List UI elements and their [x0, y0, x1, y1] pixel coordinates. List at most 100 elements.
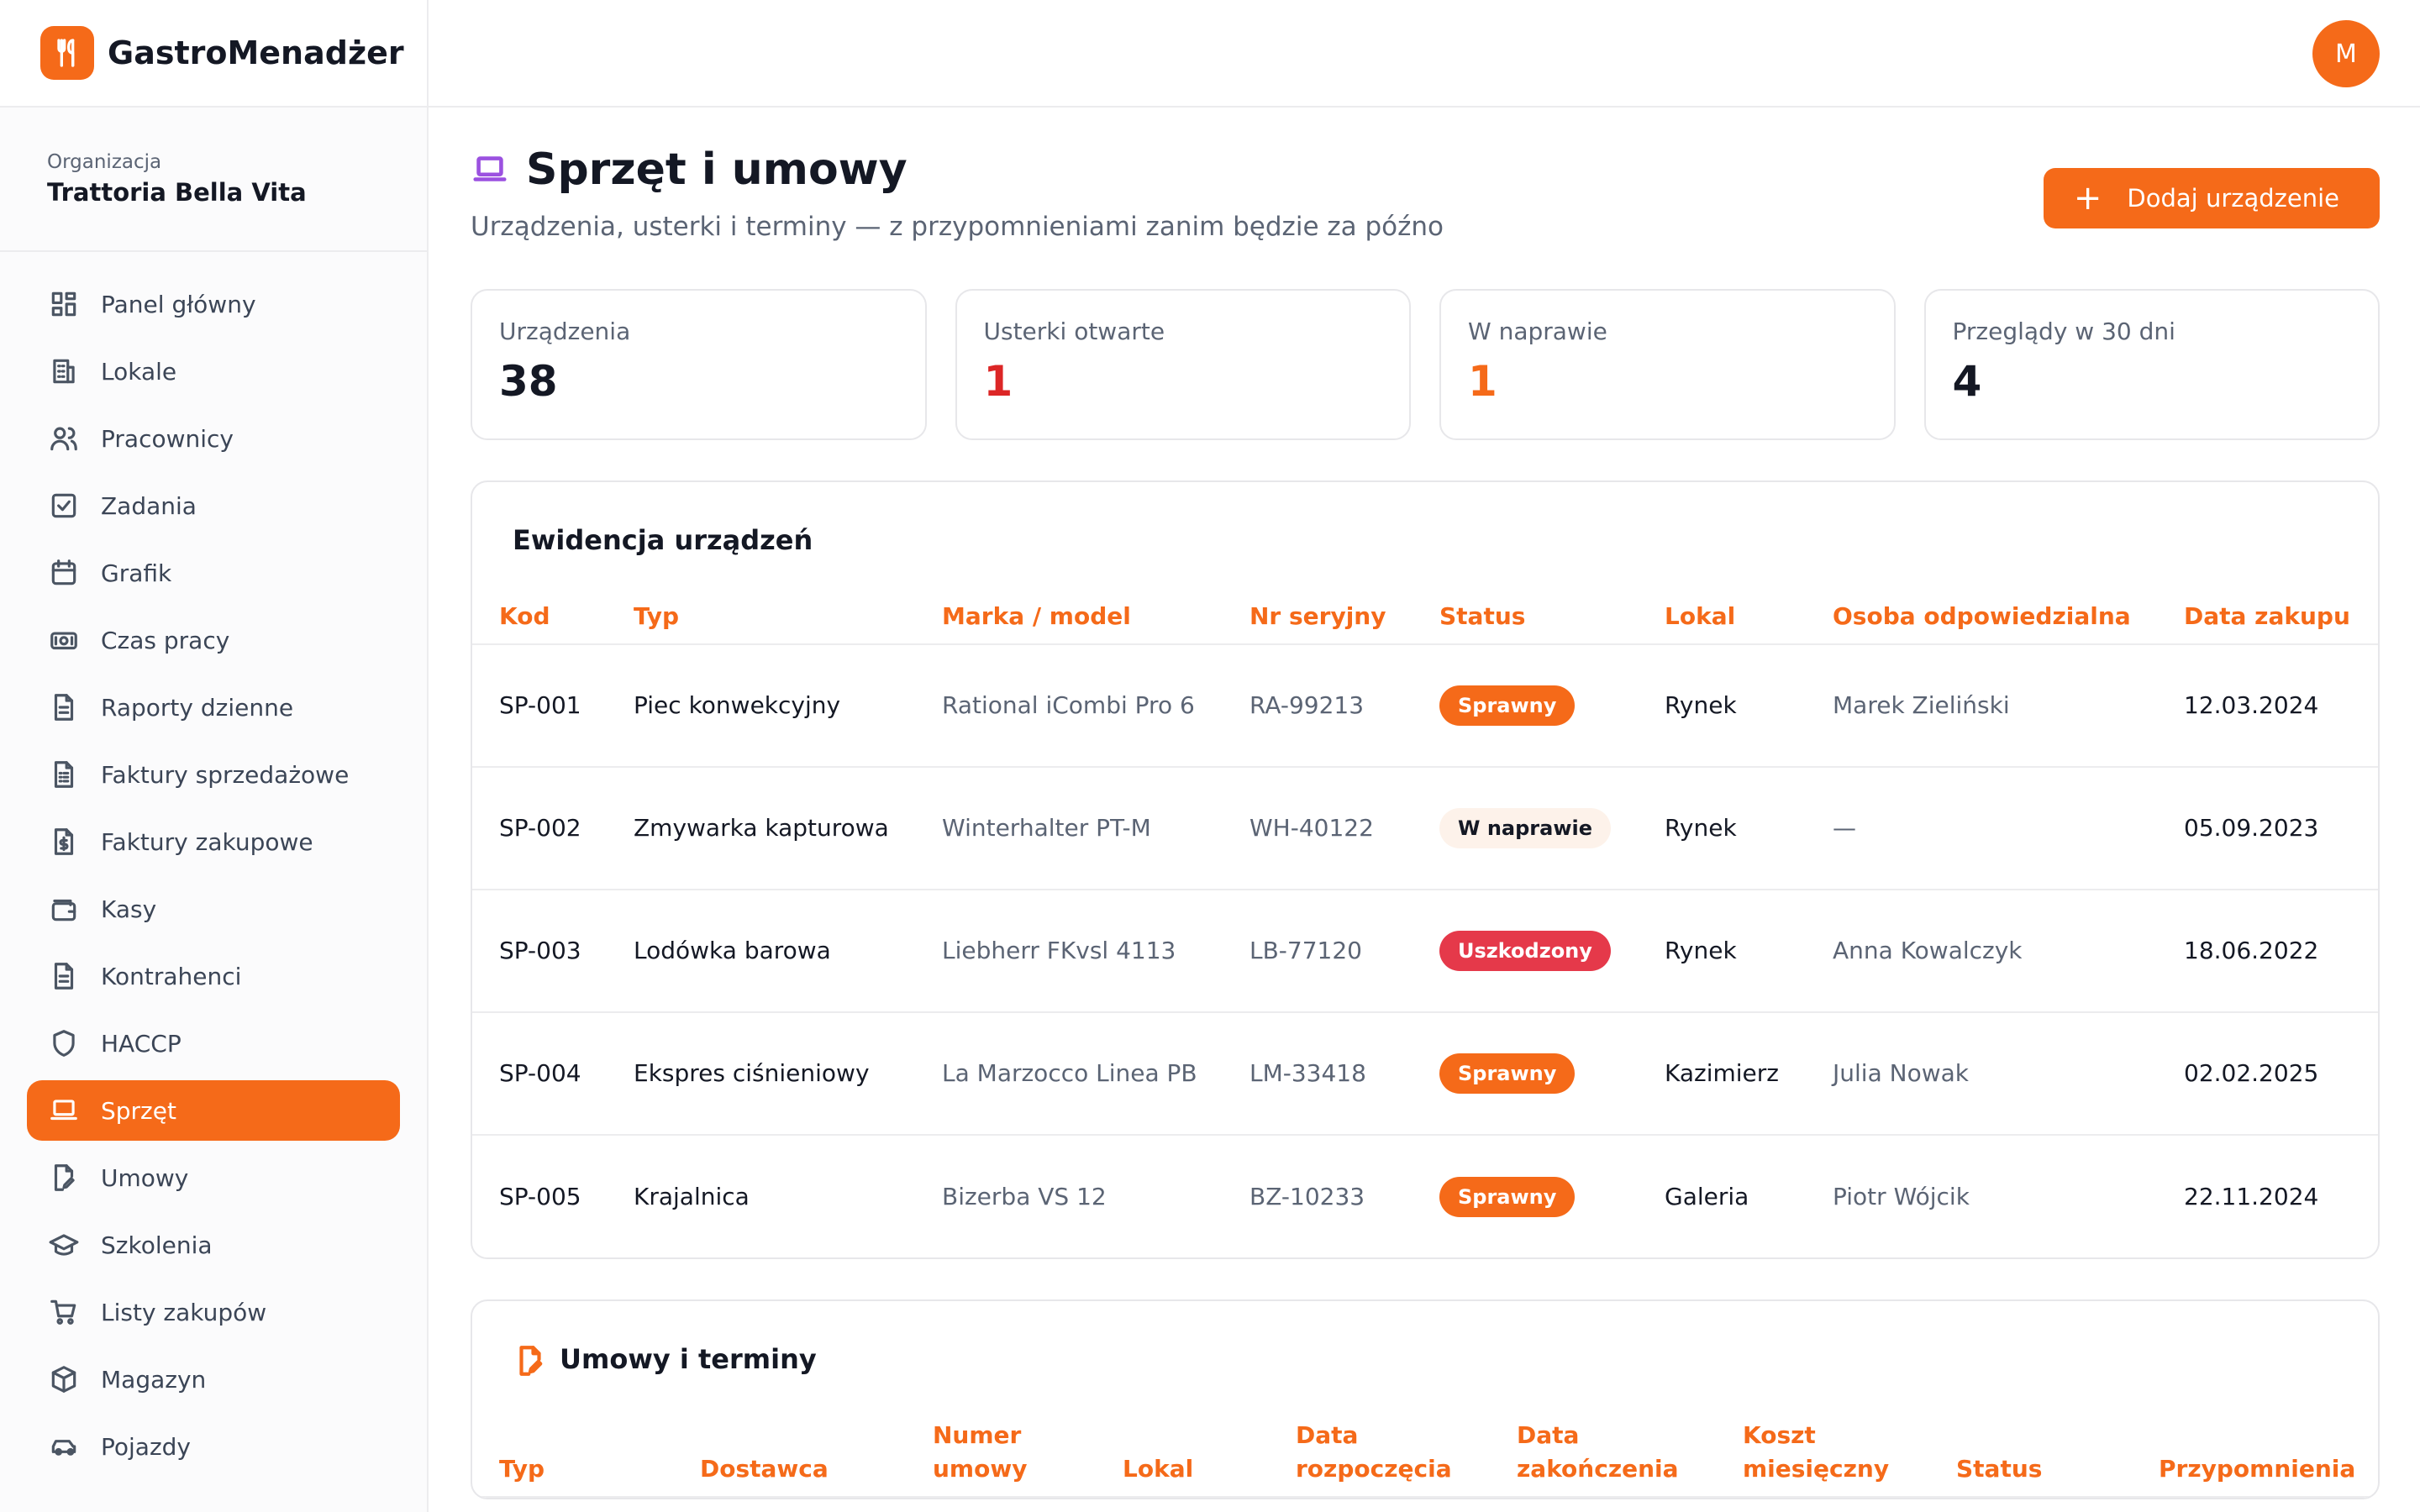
- grid-icon: [47, 287, 81, 321]
- sidebar-item-kontrahenci[interactable]: Kontrahenci: [27, 946, 400, 1006]
- cell-serial: BZ-10233: [1249, 1182, 1365, 1210]
- column-header-typ[interactable]: Typ: [472, 1419, 673, 1498]
- table-row[interactable]: SP-003 Lodówka barowa Liebherr FKvsl 4113 L…: [472, 890, 2378, 1013]
- cell-model: Winterhalter PT-M: [915, 767, 1223, 890]
- column-header-przypomnienia[interactable]: Przypomnienia: [2132, 1419, 2378, 1498]
- sidebar-item-zadania[interactable]: Zadania: [27, 475, 400, 536]
- stat-label: Usterki otwarte: [983, 318, 1165, 345]
- table-row[interactable]: SP-001 Piec konwekcyjny Rational iCombi Pr…: [472, 644, 2378, 768]
- cell-status: W naprawie: [1413, 767, 1638, 890]
- column-header-data-zakupu[interactable]: Data zakupu: [2157, 600, 2378, 645]
- column-header-nr-seryjny[interactable]: Nr seryjny: [1223, 600, 1413, 645]
- column-header-data-zakonczenia[interactable]: Data zakończenia: [1490, 1419, 1716, 1498]
- sidebar-item-label: HACCP: [101, 1029, 182, 1058]
- add-device-button[interactable]: + Dodaj urządzenie: [2043, 168, 2380, 228]
- sidebar-item-haccp[interactable]: HACCP: [27, 1013, 400, 1074]
- sidebar-item-panel-glowny[interactable]: Panel główny: [27, 274, 400, 334]
- shield-icon: [47, 1026, 81, 1060]
- brand[interactable]: GastroMenadżer: [0, 0, 427, 108]
- status-badge: Sprawny: [1439, 1176, 1576, 1217]
- cell-date: 18.06.2022: [2157, 890, 2378, 1013]
- cell-location: Rynek: [1638, 767, 1806, 890]
- top-bar: M: [429, 0, 2420, 108]
- cell-type: Ekspres ciśnieniowy: [607, 1012, 915, 1136]
- cell-serial: RA-99213: [1223, 644, 1413, 768]
- table-row[interactable]: SP-002 Zmywarka kapturowa Winterhalter PT-…: [472, 767, 2378, 890]
- main-content: Sprzęt i umowy Urządzenia, usterki i ter…: [471, 108, 2380, 1512]
- page-subtitle: Urządzenia, usterki i terminy — z przypo…: [471, 212, 1444, 242]
- equipment-rows: SP-001 Piec konwekcyjny Rational iCombi Pr…: [472, 644, 2378, 1257]
- column-header-lokal[interactable]: Lokal: [1638, 600, 1806, 645]
- cell-type: Zmywarka kapturowa: [607, 767, 915, 890]
- column-header-kod[interactable]: Kod: [472, 600, 607, 645]
- sidebar-item-umowy[interactable]: Umowy: [27, 1147, 400, 1208]
- cart-icon: [47, 1295, 81, 1329]
- laptop-icon: [471, 150, 511, 190]
- add-device-label: Dodaj urządzenie: [2127, 184, 2339, 213]
- column-header-status[interactable]: Status: [1413, 600, 1638, 645]
- stat-value: 1: [1468, 357, 1497, 406]
- sidebar-item-label: Lokale: [101, 357, 177, 386]
- column-header-osoba[interactable]: Osoba odpowiedzialna: [1806, 600, 2157, 645]
- calendar-icon: [47, 556, 81, 590]
- column-header-koszt-miesieczny[interactable]: Koszt miesięczny: [1716, 1419, 1929, 1498]
- sidebar-item-raporty-dzienne[interactable]: Raporty dzienne: [27, 677, 400, 738]
- sidebar: GastroMenadżer Organizacja Trattoria Bel…: [0, 0, 429, 1512]
- users-icon: [47, 422, 81, 455]
- laptop-icon: [47, 1094, 81, 1127]
- cell-date: 12.03.2024: [2157, 644, 2378, 768]
- cell-location: Kazimierz: [1638, 1012, 1806, 1136]
- cell-person: Julia Nowak: [1806, 1012, 2157, 1136]
- table-row[interactable]: SP-004 Ekspres ciśnieniowy La Marzocco Lin…: [472, 1012, 2378, 1136]
- cell-type: Lodówka barowa: [607, 890, 915, 1013]
- cell-person: Piotr Wójcik: [1833, 1182, 1970, 1210]
- sidebar-item-pojazdy[interactable]: Pojazdy: [27, 1416, 400, 1477]
- cell-code: SP-003: [472, 890, 607, 1013]
- sidebar-item-faktury-zakupowe[interactable]: Faktury zakupowe: [27, 811, 400, 872]
- sidebar-item-lokale[interactable]: Lokale: [27, 341, 400, 402]
- stat-card-in-repair: W naprawie 1: [1439, 289, 1896, 440]
- sidebar-item-label: Kasy: [101, 895, 157, 923]
- sidebar-item-label: Panel główny: [101, 290, 256, 318]
- sidebar-item-label: Magazyn: [101, 1365, 207, 1394]
- sidebar-item-kasy[interactable]: Kasy: [27, 879, 400, 939]
- cell-date: 22.11.2024: [2184, 1182, 2319, 1210]
- stat-label: Przeglądy w 30 dni: [1952, 318, 2175, 345]
- column-header-numer-umowy[interactable]: Numer umowy: [906, 1419, 1096, 1498]
- table-row[interactable]: SP-005 Krajalnica Bizerba VS 12 BZ-10233 Spr…: [472, 1135, 2378, 1257]
- column-header-lokal[interactable]: Lokal: [1096, 1419, 1269, 1498]
- sidebar-item-szkolenia[interactable]: Szkolenia: [27, 1215, 400, 1275]
- sidebar-item-label: Raporty dzienne: [101, 693, 294, 722]
- column-header-status[interactable]: Status: [1929, 1419, 2132, 1498]
- cell-person: —: [1806, 767, 2157, 890]
- org-name: Trattoria Bella Vita: [47, 178, 307, 207]
- sidebar-item-magazyn[interactable]: Magazyn: [27, 1349, 400, 1410]
- stat-value: 4: [1952, 357, 1982, 406]
- clock-card-icon: [47, 623, 81, 657]
- equipment-register-card: Ewidencja urządzeń Kod Typ Marka / model…: [471, 480, 2380, 1259]
- graduation-cap-icon: [47, 1228, 81, 1262]
- sidebar-nav: Panel główny Lokale Pracownicy Zadania G…: [0, 252, 427, 1477]
- sidebar-item-label: Listy zakupów: [101, 1298, 267, 1326]
- sidebar-item-label: Szkolenia: [101, 1231, 213, 1259]
- organization-selector[interactable]: Organizacja Trattoria Bella Vita: [0, 108, 427, 252]
- sidebar-item-grafik[interactable]: Grafik: [27, 543, 400, 603]
- stat-card-devices: Urządzenia 38: [471, 289, 927, 440]
- page-title: Sprzęt i umowy: [471, 144, 908, 195]
- sidebar-item-listy-zakupow[interactable]: Listy zakupów: [27, 1282, 400, 1342]
- sidebar-item-label: Zadania: [101, 491, 197, 520]
- column-header-data-rozpoczecia[interactable]: Data rozpoczęcia: [1269, 1419, 1490, 1498]
- sidebar-item-sprzet[interactable]: Sprzęt: [27, 1080, 400, 1141]
- sidebar-item-label: Pracownicy: [101, 424, 234, 453]
- table-header-row: Kod Typ Marka / model Nr seryjny Status …: [472, 600, 2378, 645]
- sidebar-item-pracownicy[interactable]: Pracownicy: [27, 408, 400, 469]
- sidebar-item-faktury-sprzedazowe[interactable]: Faktury sprzedażowe: [27, 744, 400, 805]
- sidebar-item-label: Sprzęt: [101, 1096, 176, 1125]
- sidebar-item-czas-pracy[interactable]: Czas pracy: [27, 610, 400, 670]
- check-square-icon: [47, 489, 81, 522]
- user-avatar[interactable]: M: [2312, 20, 2380, 87]
- column-header-dostawca[interactable]: Dostawca: [673, 1419, 906, 1498]
- stat-card-inspections-30-days: Przeglądy w 30 dni 4: [1923, 289, 2380, 440]
- column-header-marka-model[interactable]: Marka / model: [915, 600, 1223, 645]
- column-header-typ[interactable]: Typ: [607, 600, 915, 645]
